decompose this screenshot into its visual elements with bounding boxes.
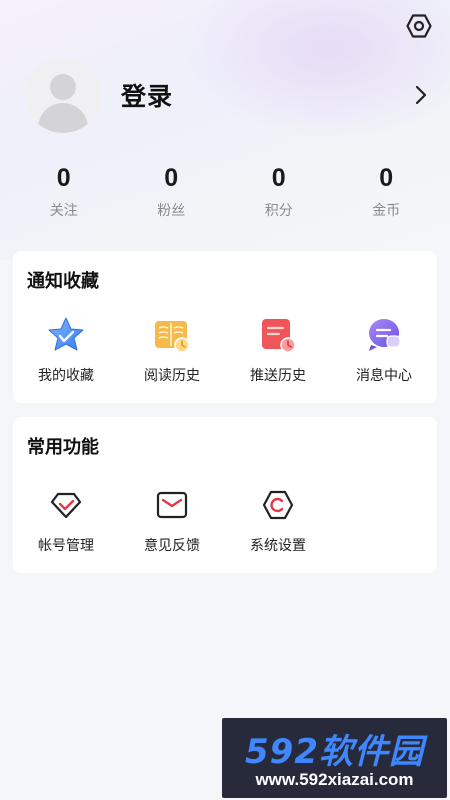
stat-fans[interactable]: 0 粉丝 bbox=[118, 162, 226, 222]
section-title: 通知收藏 bbox=[27, 271, 99, 292]
item-label: 帐号管理 bbox=[38, 538, 94, 554]
stat-following[interactable]: 0 关注 bbox=[10, 162, 118, 222]
notify-grid: 我的收藏 阅读历史 推送历史 消息中心 bbox=[13, 315, 437, 385]
stat-value: 0 bbox=[56, 164, 71, 192]
stat-coins[interactable]: 0 金币 bbox=[333, 162, 441, 222]
item-label: 阅读历史 bbox=[144, 368, 200, 384]
message-center-item[interactable]: 消息中心 bbox=[331, 315, 437, 385]
item-label: 意见反馈 bbox=[144, 538, 200, 554]
my-favorites-item[interactable]: 我的收藏 bbox=[13, 315, 119, 385]
hexagon-gear-icon bbox=[406, 14, 432, 38]
stat-points[interactable]: 0 积分 bbox=[225, 162, 333, 222]
common-functions-card: 常用功能 帐号管理 意见反馈 系统设置 bbox=[13, 417, 437, 573]
item-label: 消息中心 bbox=[356, 368, 412, 384]
stat-label: 金币 bbox=[372, 203, 401, 219]
watermark-logo: 592软件园 www.592xiazai.com bbox=[222, 718, 447, 798]
stat-label: 粉丝 bbox=[157, 203, 186, 219]
section-title: 常用功能 bbox=[27, 437, 99, 458]
common-grid: 帐号管理 意见反馈 系统设置 bbox=[13, 485, 437, 555]
avatar[interactable] bbox=[25, 57, 101, 133]
book-icon bbox=[152, 315, 192, 355]
stat-value: 0 bbox=[164, 164, 179, 192]
settings-button[interactable] bbox=[403, 10, 435, 42]
feedback-item[interactable]: 意见反馈 bbox=[119, 485, 225, 555]
item-label: 系统设置 bbox=[250, 538, 306, 554]
avatar-head bbox=[50, 74, 76, 100]
watermark-url: www.592xiazai.com bbox=[255, 770, 414, 789]
watermark-brand: 592软件园 bbox=[245, 732, 424, 772]
push-history-icon bbox=[258, 315, 298, 355]
notify-collect-card: 通知收藏 我的收藏 阅读历史 推送历史 消息中心 bbox=[13, 251, 437, 403]
chevron-right-icon[interactable] bbox=[411, 83, 431, 107]
settings-hex-icon bbox=[258, 485, 298, 525]
star-icon bbox=[46, 315, 86, 355]
stat-value: 0 bbox=[379, 164, 394, 192]
stat-label: 关注 bbox=[49, 203, 78, 219]
avatar-body bbox=[38, 103, 88, 133]
login-link[interactable]: 登录 bbox=[121, 77, 173, 113]
feedback-mail-icon bbox=[152, 485, 192, 525]
stats-bar: 0 关注 0 粉丝 0 积分 0 金币 bbox=[10, 162, 440, 222]
stat-value: 0 bbox=[271, 164, 286, 192]
item-label: 我的收藏 bbox=[38, 368, 94, 384]
system-settings-item[interactable]: 系统设置 bbox=[225, 485, 331, 555]
message-icon bbox=[364, 315, 404, 355]
item-label: 推送历史 bbox=[250, 368, 306, 384]
account-icon bbox=[46, 485, 86, 525]
push-history-item[interactable]: 推送历史 bbox=[225, 315, 331, 385]
stat-label: 积分 bbox=[264, 203, 293, 219]
profile-row[interactable]: 登录 bbox=[25, 57, 435, 133]
reading-history-item[interactable]: 阅读历史 bbox=[119, 315, 225, 385]
account-management-item[interactable]: 帐号管理 bbox=[13, 485, 119, 555]
